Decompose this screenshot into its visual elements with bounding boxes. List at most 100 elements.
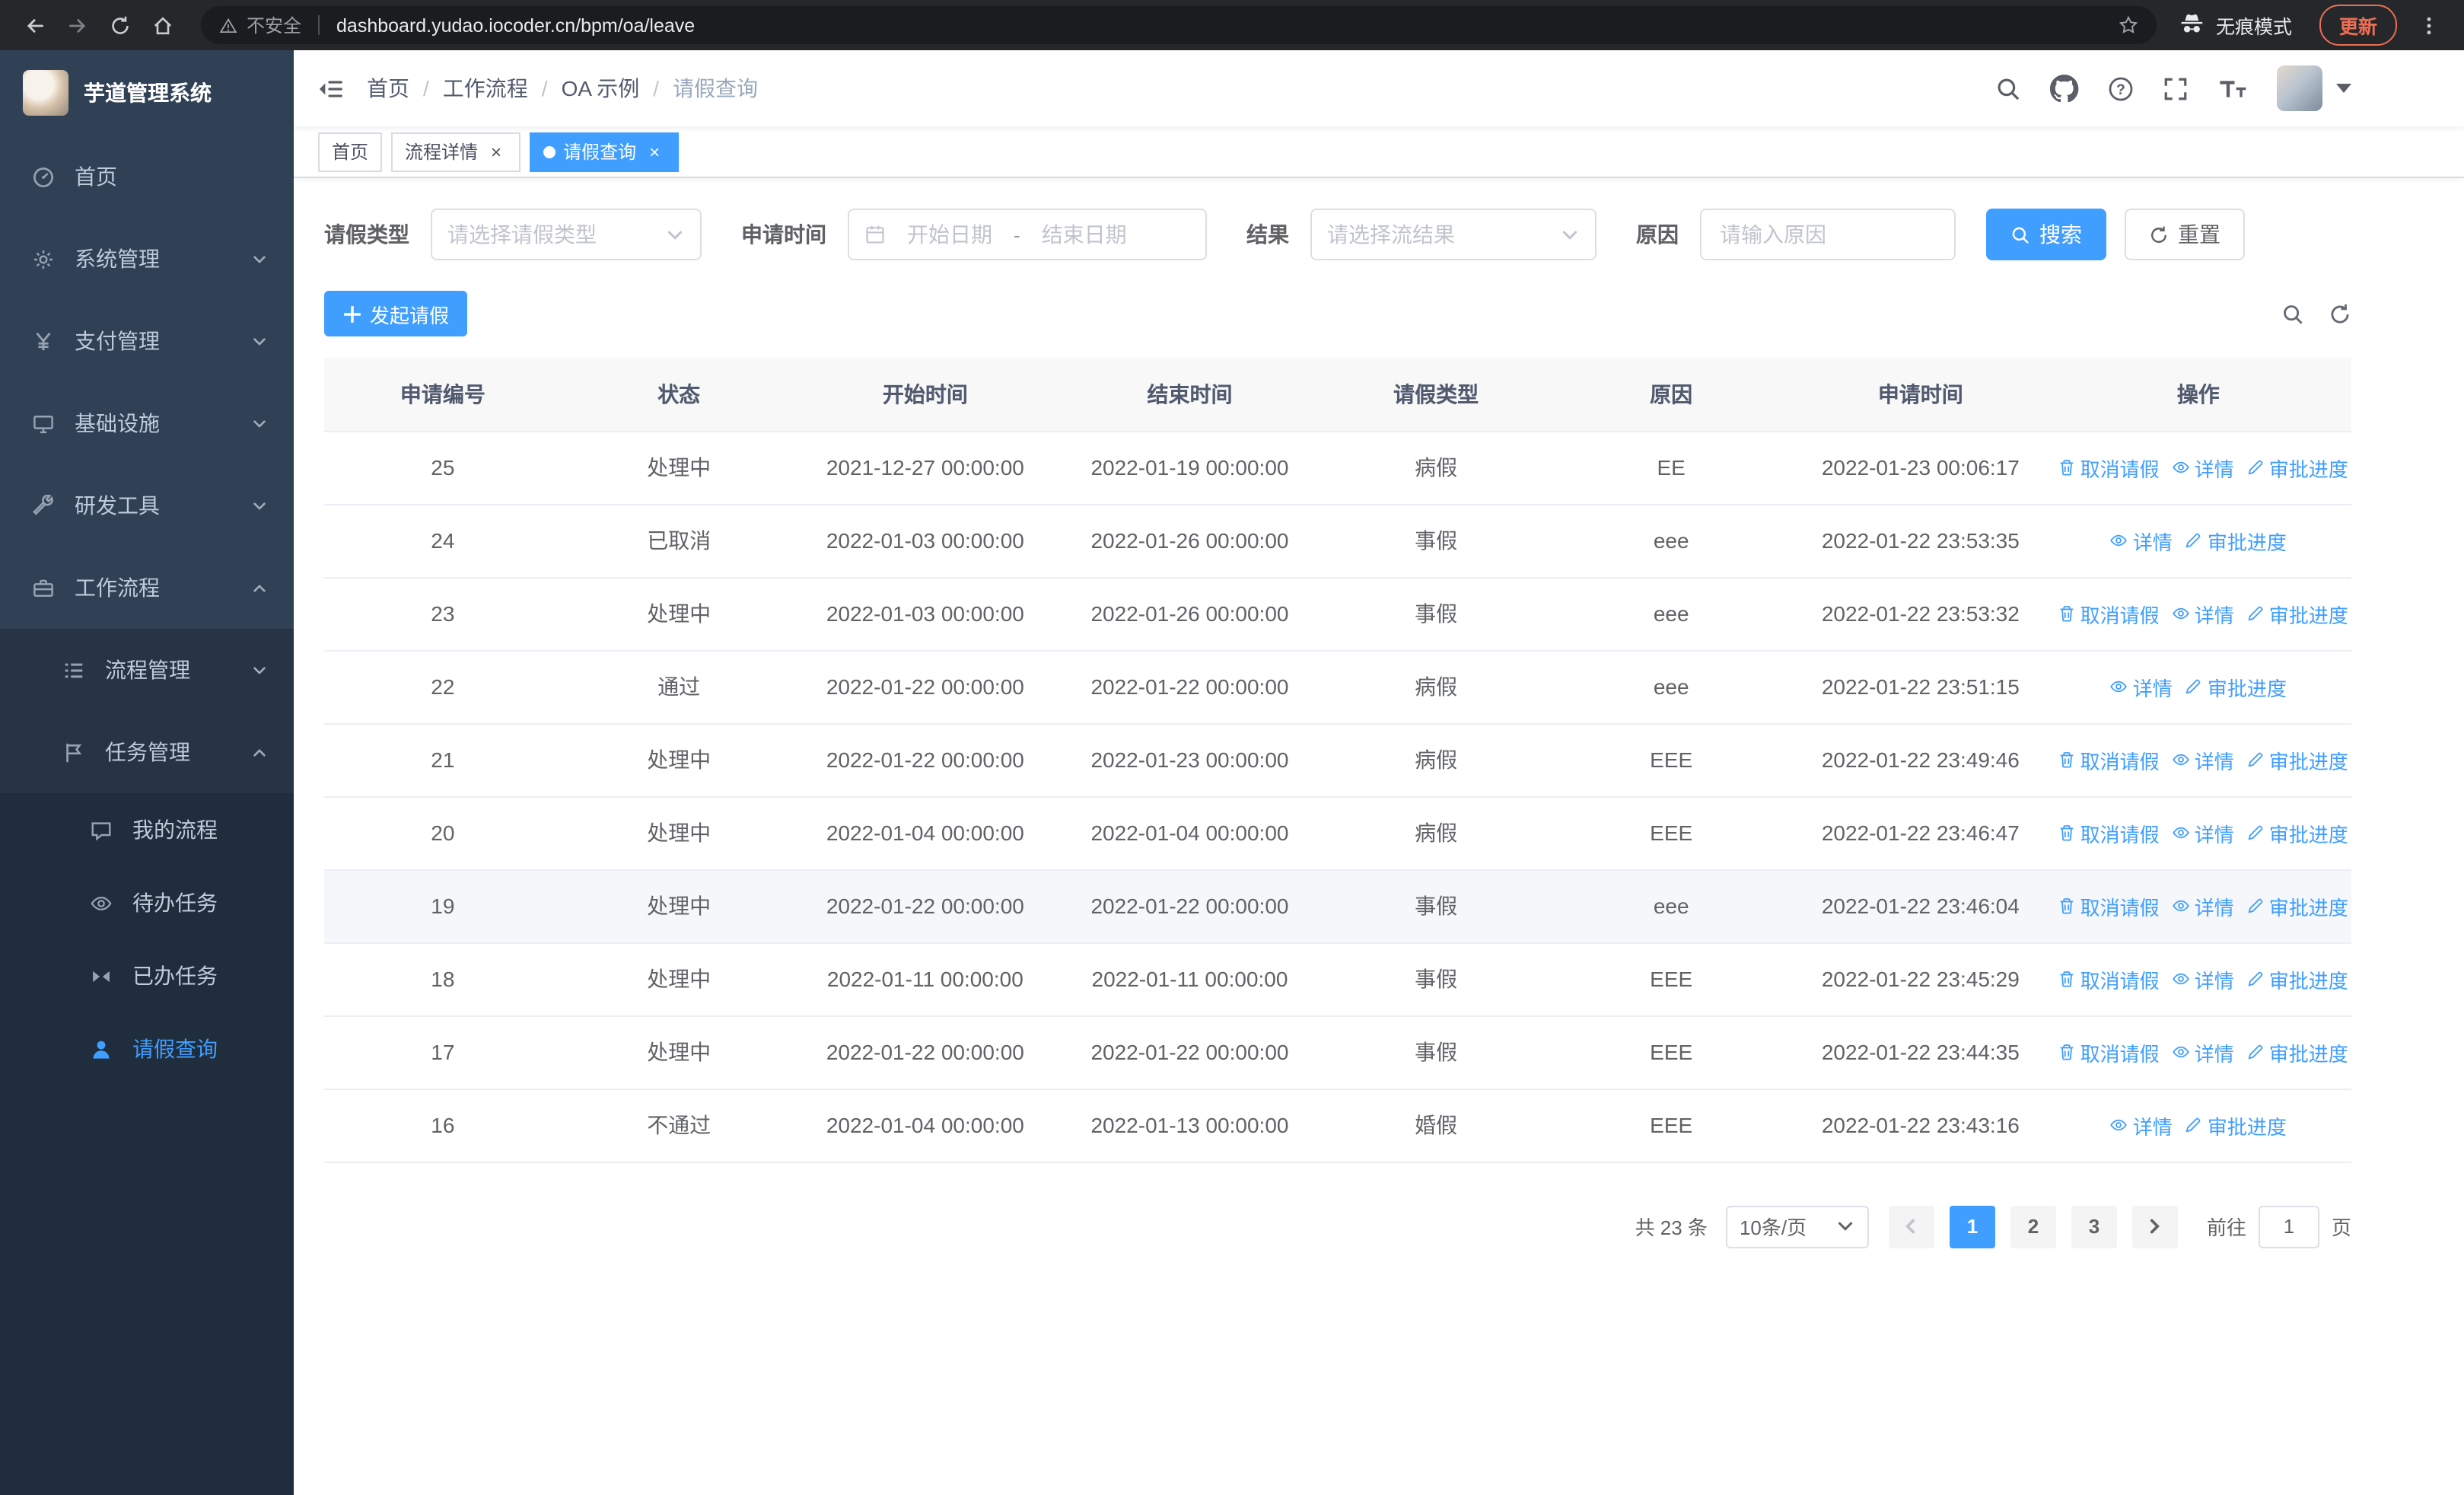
cancel-action-link[interactable]: 取消请假 (2058, 1038, 2160, 1066)
progress-action-link[interactable]: 审批进度 (2246, 1038, 2348, 1066)
browser-menu-icon[interactable] (2409, 5, 2449, 45)
app-logo[interactable]: 芋道管理系统 (0, 50, 294, 135)
sidebar-item[interactable]: 系统管理 (0, 218, 294, 300)
page-button[interactable]: 1 (1949, 1205, 1995, 1248)
progress-action-link[interactable]: 审批进度 (2246, 453, 2348, 482)
detail-action-link[interactable]: 详情 (2172, 891, 2234, 920)
detail-action-link[interactable]: 详情 (2172, 599, 2234, 628)
action-label: 审批进度 (2268, 457, 2348, 480)
user-menu-caret-icon[interactable] (2336, 84, 2351, 93)
cell-start_time: 2022-01-03 00:00:00 (796, 577, 1054, 651)
breadcrumb-item[interactable]: 工作流程 (443, 73, 528, 104)
edit-icon (2185, 1116, 2203, 1134)
header-search-icon[interactable] (1995, 75, 2021, 101)
detail-action-link[interactable]: 详情 (2172, 1038, 2234, 1066)
leave-type-select[interactable]: 请选择请假类型 (431, 209, 702, 260)
cancel-action-link[interactable]: 取消请假 (2058, 818, 2160, 847)
table-row: 24 已取消 2022-01-03 00:00:00 2022-01-26 00:00… (324, 504, 2351, 578)
detail-action-link[interactable]: 详情 (2110, 526, 2173, 555)
sidebar-item[interactable]: 基础设施 (0, 382, 294, 464)
reset-button[interactable]: 重置 (2125, 209, 2245, 260)
url-text[interactable]: dashboard.yudao.iocoder.cn/bpm/oa/leave (336, 14, 2109, 36)
progress-action-link[interactable]: 审批进度 (2185, 672, 2287, 701)
sidebar-item[interactable]: 研发工具 (0, 464, 294, 547)
home-icon[interactable] (143, 5, 183, 45)
bookmark-star-icon[interactable] (2118, 15, 2138, 35)
result-select[interactable]: 请选择流结果 (1310, 209, 1597, 260)
cell-actions: 取消请假 详情 审批进度 (2045, 577, 2351, 651)
close-icon[interactable]: × (485, 141, 507, 162)
sidebar-item[interactable]: 首页 (0, 135, 294, 218)
sidebar-item[interactable]: 工作流程 (0, 547, 294, 629)
prev-page-button[interactable] (1888, 1205, 1934, 1248)
fullscreen-icon[interactable] (2162, 75, 2188, 101)
next-page-button[interactable] (2131, 1205, 2178, 1248)
detail-action-link[interactable]: 详情 (2172, 818, 2234, 847)
tab[interactable]: 首页 (318, 132, 383, 171)
sidebar-item[interactable]: 已办任务 (0, 939, 294, 1012)
goto-page-input[interactable] (2258, 1205, 2319, 1248)
tab[interactable]: 流程详情 × (391, 132, 521, 171)
breadcrumb-item[interactable]: OA 示例 (562, 73, 640, 104)
page-size-select[interactable]: 10条/页 (1725, 1205, 1869, 1248)
reload-icon[interactable] (100, 5, 140, 45)
cell-id: 19 (324, 869, 562, 943)
detail-action-link[interactable]: 详情 (2172, 745, 2234, 774)
apply-time-range-picker[interactable]: - (848, 209, 1207, 260)
detail-action-link[interactable]: 详情 (2172, 453, 2234, 482)
edit-icon (2246, 458, 2265, 477)
search-toggle-icon[interactable] (2281, 302, 2304, 325)
sidebar-item[interactable]: 我的流程 (0, 793, 294, 866)
back-icon[interactable] (15, 5, 55, 45)
refresh-table-icon[interactable] (2329, 302, 2351, 325)
sidebar-item[interactable]: 支付管理 (0, 300, 294, 382)
cancel-action-link[interactable]: 取消请假 (2058, 964, 2160, 993)
delete-icon (2058, 897, 2076, 915)
sidebar-item[interactable]: 任务管理 (0, 711, 294, 793)
security-chip[interactable]: 不安全 (247, 12, 301, 38)
cell-status: 处理中 (561, 869, 797, 943)
cell-leave_type: 事假 (1325, 577, 1547, 651)
search-button[interactable]: 搜索 (1986, 209, 2106, 260)
page-button[interactable]: 3 (2071, 1205, 2117, 1248)
progress-action-link[interactable]: 审批进度 (2246, 964, 2348, 993)
progress-action-link[interactable]: 审批进度 (2185, 526, 2287, 555)
end-date-input[interactable] (1026, 222, 1142, 247)
security-warning-icon[interactable] (219, 16, 237, 34)
forward-icon[interactable] (58, 5, 97, 45)
progress-action-link[interactable]: 审批进度 (2246, 745, 2348, 774)
sidebar-item-label: 请假查询 (132, 1037, 218, 1061)
detail-action-link[interactable]: 详情 (2172, 964, 2234, 993)
cancel-action-link[interactable]: 取消请假 (2058, 745, 2160, 774)
progress-action-link[interactable]: 审批进度 (2246, 818, 2348, 847)
create-leave-button[interactable]: 发起请假 (324, 291, 468, 336)
start-date-input[interactable] (892, 222, 1008, 247)
address-bar[interactable]: 不安全 dashboard.yudao.iocoder.cn/bpm/oa/le… (201, 6, 2157, 44)
help-icon[interactable]: ? (2107, 75, 2133, 101)
font-size-icon[interactable] (2217, 75, 2248, 101)
cancel-action-link[interactable]: 取消请假 (2058, 599, 2160, 628)
goto-label: 前往 (2206, 1216, 2246, 1239)
cell-end_time: 2022-01-19 00:00:00 (1054, 431, 1326, 505)
progress-action-link[interactable]: 审批进度 (2246, 891, 2348, 920)
detail-action-link[interactable]: 详情 (2110, 672, 2173, 701)
progress-action-link[interactable]: 审批进度 (2185, 1111, 2287, 1140)
sidebar-item[interactable]: 待办任务 (0, 866, 294, 939)
breadcrumb-item[interactable]: 首页 (367, 73, 409, 104)
sidebar-item[interactable]: 请假查询 (0, 1012, 294, 1085)
reason-input[interactable] (1700, 209, 1956, 260)
update-button[interactable]: 更新 (2319, 5, 2397, 46)
close-icon[interactable]: × (644, 141, 665, 162)
tab[interactable]: 请假查询 × (530, 132, 680, 171)
sidebar-menu: 首页 系统管理 支付管理 基础设施 研发工具 工作流程 流程管理 任务管理 我的流程 待办任务 已办… (0, 135, 294, 1085)
progress-action-link[interactable]: 审批进度 (2246, 599, 2348, 628)
cancel-action-link[interactable]: 取消请假 (2058, 891, 2160, 920)
user-avatar[interactable] (2277, 65, 2322, 111)
browser-window: 不安全 dashboard.yudao.iocoder.cn/bpm/oa/le… (0, 0, 2464, 1495)
page-button[interactable]: 2 (2010, 1205, 2056, 1248)
cancel-action-link[interactable]: 取消请假 (2058, 453, 2160, 482)
github-icon[interactable] (2049, 74, 2079, 102)
sidebar-item[interactable]: 流程管理 (0, 629, 294, 711)
sidebar-toggle-icon[interactable] (294, 50, 367, 126)
detail-action-link[interactable]: 详情 (2110, 1111, 2173, 1140)
